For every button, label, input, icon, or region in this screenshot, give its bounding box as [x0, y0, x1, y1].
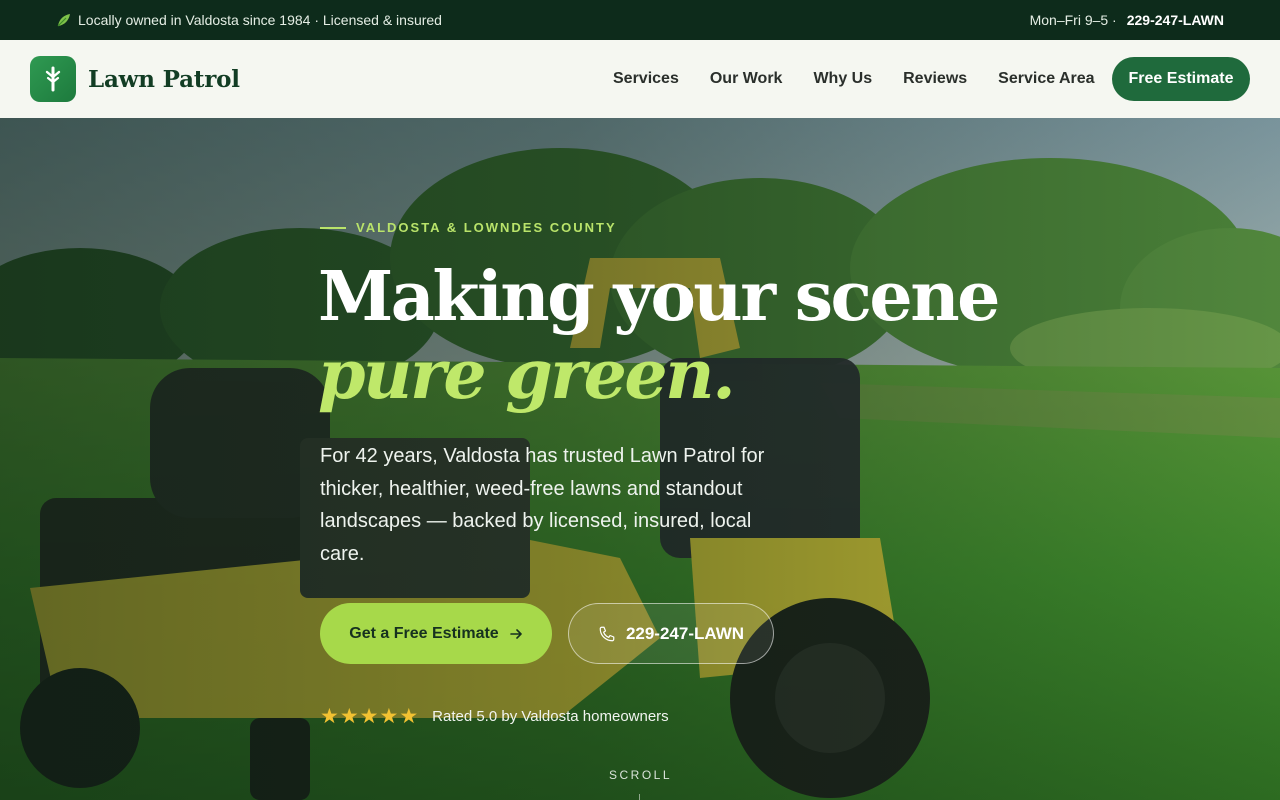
headline-line-2: pure green.	[318, 335, 736, 415]
hero-description: For 42 years, Valdosta has trusted Lawn …	[320, 445, 765, 565]
get-free-estimate-button[interactable]: Get a Free Estimate	[320, 603, 552, 664]
call-phone-button[interactable]: 229-247-LAWN	[568, 603, 774, 664]
nav-links: Services Our Work Why Us Reviews Service…	[613, 40, 1095, 118]
nav-link-reviews[interactable]: Reviews	[903, 70, 967, 88]
rating-text: Rated 5.0 by Valdosta homeowners	[432, 708, 669, 725]
brand-logo-link[interactable]: Lawn Patrol	[30, 56, 240, 102]
brand-name: Lawn Patrol	[88, 65, 240, 93]
top-bar-phone-link[interactable]: 229-247-LAWN	[1127, 12, 1224, 28]
nav-link-why-us[interactable]: Why Us	[813, 70, 872, 88]
headline-line-1: Making your scene	[318, 257, 1000, 337]
star-icon: ★	[379, 705, 399, 728]
top-bar-contact: Mon–Fri 9–5 · 229-247-LAWN	[1030, 12, 1224, 28]
scroll-indicator[interactable]: SCROLL	[609, 768, 672, 782]
star-icon: ★	[359, 705, 379, 728]
nav-link-services[interactable]: Services	[613, 70, 679, 88]
star-rating: ★ ★ ★ ★ ★	[320, 706, 418, 727]
call-phone-label: 229-247-LAWN	[625, 623, 745, 643]
eyebrow-text: VALDOSTA & LOWNDES COUNTY	[356, 220, 617, 235]
star-icon: ★	[339, 705, 359, 728]
arrow-right-icon	[509, 628, 522, 639]
top-bar-info: Locally owned in Valdosta since 1984 · L…	[56, 12, 442, 28]
business-hours: Mon–Fri 9–5 ·	[1029, 12, 1117, 28]
phone-icon	[599, 626, 615, 641]
main-nav: Lawn Patrol Services Our Work Why Us Rev…	[0, 40, 1280, 118]
nav-link-service-area[interactable]: Service Area	[998, 70, 1094, 88]
star-icon: ★	[399, 705, 419, 728]
nav-link-our-work[interactable]: Our Work	[710, 70, 783, 88]
star-icon: ★	[320, 705, 339, 728]
hero-eyebrow: VALDOSTA & LOWNDES COUNTY	[320, 220, 617, 235]
top-bar-tagline: Locally owned in Valdosta since 1984 · L…	[78, 12, 442, 28]
top-bar: Locally owned in Valdosta since 1984 · L…	[0, 0, 1280, 40]
hero-headline: Making your scene pure green.	[318, 258, 1018, 414]
rating-summary: ★ ★ ★ ★ ★ Rated 5.0 by Valdosta homeowne…	[320, 706, 669, 727]
tree-icon	[30, 56, 76, 102]
eyebrow-rule	[320, 226, 346, 229]
free-estimate-button[interactable]: Free Estimate	[1112, 57, 1250, 101]
get-free-estimate-label: Get a Free Estimate	[349, 624, 499, 642]
scroll-line	[639, 794, 640, 800]
hero-section: VALDOSTA & LOWNDES COUNTY Making your sc…	[0, 118, 1280, 800]
leaf-icon	[57, 14, 70, 27]
